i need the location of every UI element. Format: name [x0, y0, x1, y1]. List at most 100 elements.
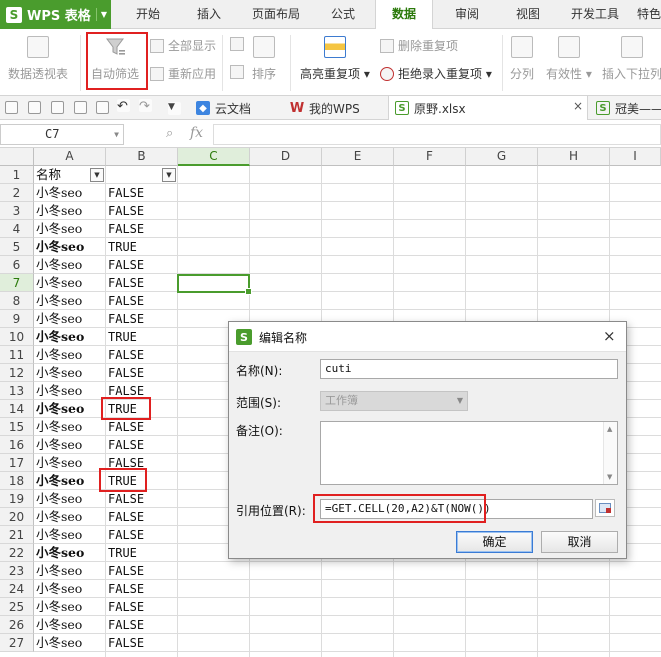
filter-dropdown-b[interactable]: ▼ — [162, 168, 176, 182]
range-picker-icon[interactable] — [595, 499, 615, 517]
filter-dropdown-a[interactable]: ▼ — [90, 168, 104, 182]
row-header[interactable]: 3 — [0, 202, 34, 220]
cell-a[interactable]: 小冬seo — [36, 202, 106, 220]
sort-asc-button[interactable] — [230, 37, 248, 51]
scroll-down-icon[interactable]: ▼ — [607, 473, 612, 481]
tab-data[interactable]: 数据 — [375, 0, 433, 30]
cell-b[interactable]: TRUE — [108, 238, 178, 256]
row-header[interactable]: 21 — [0, 526, 34, 544]
row-header[interactable]: 14 — [0, 400, 34, 418]
cell-b[interactable]: FALSE — [108, 346, 178, 364]
row-header[interactable]: 16 — [0, 436, 34, 454]
cell-b[interactable]: FALSE — [108, 364, 178, 382]
show-all-button[interactable]: 全部显示 — [150, 37, 216, 54]
row-header[interactable]: 15 — [0, 418, 34, 436]
cell-a[interactable]: 小冬seo — [36, 580, 106, 598]
cell-b[interactable]: TRUE — [108, 544, 178, 562]
select-all-corner[interactable] — [0, 148, 34, 166]
tab-special[interactable]: 特色 — [634, 0, 661, 29]
cell-b[interactable]: TRUE — [108, 400, 178, 418]
column-header-f[interactable]: F — [394, 148, 466, 166]
row-header[interactable]: 12 — [0, 364, 34, 382]
row-header[interactable]: 27 — [0, 634, 34, 652]
formula-input[interactable] — [213, 124, 661, 145]
row-header[interactable]: 7 — [0, 274, 34, 292]
row-header[interactable]: 11 — [0, 346, 34, 364]
highlight-duplicates-button[interactable]: 高亮重复项 ▾ — [300, 36, 370, 82]
cell-b[interactable]: FALSE — [108, 580, 178, 598]
cell-a[interactable]: 小冬seo — [36, 562, 106, 580]
cell-b[interactable]: FALSE — [108, 220, 178, 238]
column-header-i[interactable]: I — [610, 148, 661, 166]
cell-a[interactable]: 小冬seo — [36, 184, 106, 202]
autofilter-button[interactable]: 自动筛选 — [91, 36, 139, 82]
close-icon[interactable]: × — [603, 327, 616, 345]
row-header[interactable]: 19 — [0, 490, 34, 508]
name-box[interactable]: C7 ▼ — [0, 124, 124, 145]
row-header[interactable]: 5 — [0, 238, 34, 256]
cell-a[interactable]: 小冬seo — [36, 418, 106, 436]
cell-a[interactable]: 小冬seo — [36, 292, 106, 310]
reject-duplicates-button[interactable]: 拒绝录入重复项 ▾ — [380, 65, 492, 82]
text-to-columns-button[interactable]: 分列 — [510, 36, 534, 82]
cell-a[interactable]: 小冬seo — [36, 544, 106, 562]
cell-a[interactable]: 小冬seo — [36, 256, 106, 274]
print-icon[interactable] — [51, 101, 64, 114]
cell-a[interactable]: 小冬seo — [36, 436, 106, 454]
row-header[interactable]: 9 — [0, 310, 34, 328]
doc-tab-mywps[interactable]: W 我的WPS — [284, 96, 366, 120]
cell-a[interactable]: 小冬seo — [36, 598, 106, 616]
cell-a[interactable]: 小冬seo — [36, 616, 106, 634]
cell-b[interactable]: FALSE — [108, 508, 178, 526]
chevron-down-icon[interactable]: ▼ — [114, 125, 119, 144]
cell-a[interactable]: 小冬seo — [36, 364, 106, 382]
row-header[interactable]: 18 — [0, 472, 34, 490]
cell-a[interactable]: 小冬seo — [36, 526, 106, 544]
cell-b[interactable]: FALSE — [108, 562, 178, 580]
row-header[interactable]: 17 — [0, 454, 34, 472]
cancel-button[interactable]: 取消 — [541, 531, 618, 553]
tab-view[interactable]: 视图 — [502, 0, 554, 29]
scope-select[interactable]: 工作簿 ▼ — [320, 391, 468, 411]
save-icon[interactable] — [28, 101, 41, 114]
redo-icon[interactable]: ↷ — [139, 99, 152, 114]
row-header[interactable]: 4 — [0, 220, 34, 238]
column-header-h[interactable]: H — [538, 148, 610, 166]
cell-b[interactable]: FALSE — [108, 490, 178, 508]
zoom-search-icon[interactable]: ⌕ — [166, 126, 173, 141]
app-menu-button[interactable]: S WPS 表格 ▼ — [0, 0, 111, 29]
comment-scrollbar[interactable]: ▲ ▼ — [603, 422, 617, 484]
sort-desc-button[interactable] — [230, 65, 248, 79]
row-header[interactable]: 20 — [0, 508, 34, 526]
name-input[interactable]: cuti — [320, 359, 618, 379]
print-preview-icon[interactable] — [74, 101, 87, 114]
cell-b[interactable]: FALSE — [108, 634, 178, 652]
column-header-a[interactable]: A — [34, 148, 106, 166]
column-header-g[interactable]: G — [466, 148, 538, 166]
cell-a[interactable]: 小冬seo — [36, 328, 106, 346]
active-cell-c7[interactable] — [177, 274, 252, 295]
pivot-table-button[interactable]: 数据透视表 — [8, 36, 68, 82]
cell-b[interactable]: FALSE — [108, 526, 178, 544]
row-header[interactable]: 23 — [0, 562, 34, 580]
cell-b[interactable]: FALSE — [108, 256, 178, 274]
doc-tab-guanmei[interactable]: S 冠美—— — [592, 96, 661, 120]
close-tab-icon[interactable]: × — [573, 99, 583, 113]
chevron-down-icon[interactable]: ▼ — [96, 8, 111, 21]
cell-b[interactable]: FALSE — [108, 436, 178, 454]
doc-tab-yuanye[interactable]: S 原野.xlsx × — [388, 96, 588, 120]
cell-a[interactable]: 小冬seo — [36, 310, 106, 328]
row-header[interactable]: 13 — [0, 382, 34, 400]
validity-button[interactable]: 有效性 ▾ — [546, 36, 592, 82]
open-folder-icon[interactable] — [5, 101, 18, 114]
tab-developer[interactable]: 开发工具 — [562, 0, 628, 29]
cell-b[interactable]: FALSE — [108, 598, 178, 616]
cell-b[interactable]: FALSE — [108, 454, 178, 472]
fx-icon[interactable]: fx — [190, 125, 203, 141]
cell-b[interactable]: FALSE — [108, 616, 178, 634]
reference-input[interactable]: =GET.CELL(20,A2)&T(NOW()) — [320, 499, 593, 519]
cell-b[interactable]: FALSE — [108, 292, 178, 310]
tab-home[interactable]: 开始 — [120, 0, 176, 29]
cell-a[interactable]: 小冬seo — [36, 238, 106, 256]
column-header-e[interactable]: E — [322, 148, 394, 166]
